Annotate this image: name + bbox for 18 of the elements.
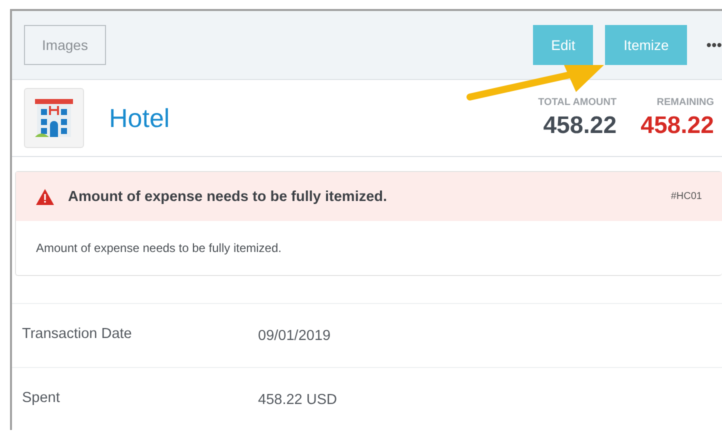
itemize-button[interactable]: Itemize — [605, 25, 688, 65]
expense-title: Hotel — [109, 102, 170, 134]
more-button[interactable]: ••• — [706, 36, 722, 54]
hotel-icon — [24, 88, 84, 148]
alert-title: Amount of expense needs to be fully itemized. — [68, 188, 388, 204]
alert-code: #HC01 — [670, 191, 702, 202]
field-value: 09/01/2019 — [258, 328, 331, 344]
edit-button[interactable]: Edit — [533, 25, 594, 65]
remaining-amount: 458.22 — [640, 112, 714, 140]
total-amount: 458.22 — [543, 112, 617, 140]
alert-message: Amount of expense needs to be fully itemized. — [35, 240, 282, 257]
field-value: 458.22 USD — [258, 392, 337, 408]
warning-icon — [36, 188, 54, 204]
remaining-label: REMAINING — [656, 96, 714, 108]
total-label: TOTAL AMOUNT — [538, 96, 617, 108]
images-button[interactable]: Images — [24, 25, 106, 65]
field-label: Transaction Date — [22, 326, 133, 342]
field-label: Spent — [22, 390, 61, 406]
